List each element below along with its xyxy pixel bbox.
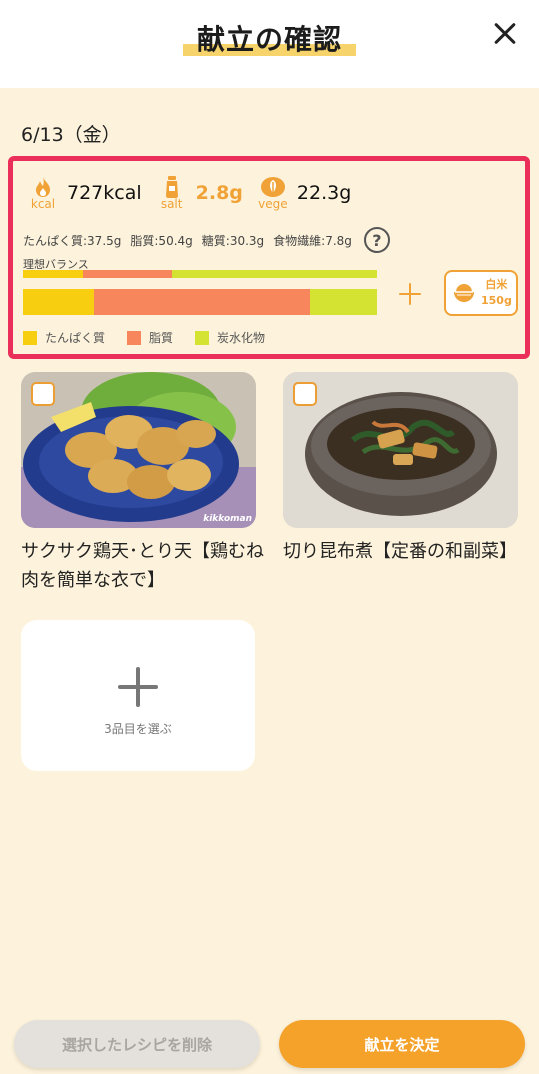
question-circle-icon[interactable]: ? [363,227,390,253]
recipe-title[interactable]: サクサク鶏天･とり天【鶏むね肉を簡単な衣で】 [21,537,266,595]
ideal-fat-segment [83,270,172,278]
kcal-label: kcal [30,196,56,211]
fried-chicken-photo [21,372,256,528]
page-title: 献立の確認 [182,18,356,58]
balance-legend: たんぱく質 脂質 炭水化物 [23,329,287,346]
recipe-image[interactable] [283,372,518,528]
actual-carbs-segment [309,289,377,315]
ideal-balance-bar [23,270,377,278]
ideal-protein-segment [23,270,84,278]
menu-date: 6/13（金） [21,124,121,146]
flame-icon [36,176,50,197]
close-icon[interactable] [493,22,517,46]
plus-icon [118,667,158,707]
fat-amount: 脂質:50.4g [130,233,193,248]
add-recipe-label: 3品目を選ぶ [104,722,172,736]
kombu-stew-photo [283,372,518,528]
legend-protein-label: たんぱく質 [45,331,106,345]
ideal-carbs-segment [171,270,377,278]
decide-menu-button[interactable]: 献立を決定 [279,1020,525,1068]
nutrition-panel: kcal 727kcal salt 2.8g vege 22.3g たんぱく質:… [8,156,530,359]
photo-watermark: kikkoman [203,514,252,524]
vege-stat: vege 22.3g [257,176,351,211]
legend-protein: たんぱく質 [23,329,105,346]
page-title-text: 献立の確認 [196,23,342,56]
delete-selected-button[interactable]: 選択したレシピを削除 [14,1020,260,1068]
rice-label: 白米 [485,278,508,291]
kcal-stat: kcal 727kcal [27,176,142,211]
rice-amount: 150g [481,294,512,307]
kcal-value: 727kcal [67,182,142,204]
rice-bowl-icon [454,284,474,302]
plus-icon [399,283,421,305]
legend-fat-label: 脂質 [149,331,174,345]
legend-carbs-swatch [195,330,210,345]
recipe-title[interactable]: 切り昆布煮【定番の和副菜】 [283,537,528,566]
protein-amount: たんぱく質:37.5g [23,233,122,248]
salt-label: salt [160,196,183,211]
legend-carbs: 炭水化物 [195,329,265,346]
recipe-checkbox[interactable] [293,382,317,406]
leaf-icon [260,176,285,197]
actual-fat-segment [93,289,310,315]
legend-fat-swatch [127,330,142,345]
actual-balance-bar [23,289,377,315]
vege-label: vege [258,196,288,211]
salt-value: 2.8g [195,182,243,204]
recipe-checkbox[interactable] [31,382,55,406]
add-recipe-card[interactable]: 3品目を選ぶ [21,620,255,771]
legend-carbs-label: 炭水化物 [217,331,266,345]
legend-fat: 脂質 [127,329,173,346]
nutrition-details: たんぱく質:37.5g 脂質:50.4g 糖質:30.3g 食物繊維:7.8g … [23,227,390,253]
actual-protein-segment [23,289,94,315]
recipe-image[interactable]: kikkoman [21,372,256,528]
vege-value: 22.3g [296,182,352,204]
header: 献立の確認 [0,0,539,88]
rice-button[interactable]: 白米 150g [444,270,518,316]
nutrition-summary: kcal 727kcal salt 2.8g vege 22.3g [27,171,365,215]
legend-protein-swatch [23,330,37,345]
fiber-amount: 食物繊維:7.8g [273,233,352,248]
sugar-amount: 糖質:30.3g [201,233,265,248]
salt-shaker-icon [165,175,178,198]
salt-stat: salt 2.8g [156,175,243,211]
